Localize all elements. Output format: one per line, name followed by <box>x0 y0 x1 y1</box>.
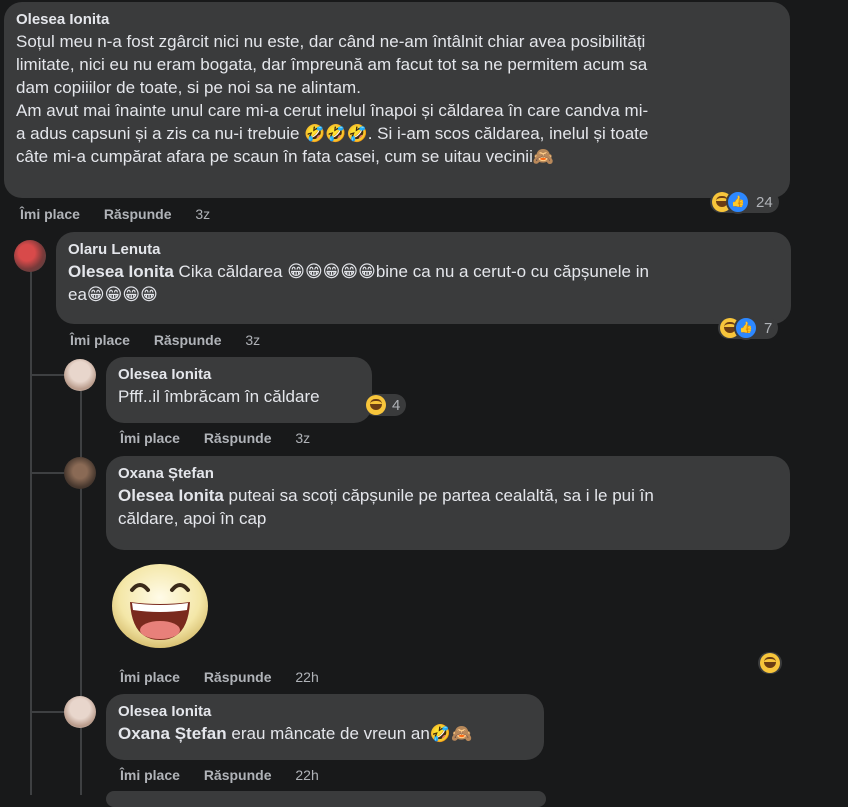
mention-link[interactable]: Olesea Ionita <box>68 262 174 281</box>
thread-line <box>30 268 32 795</box>
comment-text: Soțul meu n-a fost zgârcit nici nu este,… <box>16 32 649 166</box>
like-button[interactable]: Îmi place <box>120 767 180 783</box>
reply-thread-line <box>80 388 82 795</box>
comment-bubble: Olaru Lenuta Olesea Ionita Cika căldarea… <box>56 232 791 324</box>
like-button[interactable]: Îmi place <box>120 430 180 446</box>
reaction-summary[interactable] <box>758 652 782 674</box>
comment-author[interactable]: Olesea Ionita <box>16 10 778 30</box>
like-icon: 👍 <box>734 316 758 340</box>
reaction-count: 7 <box>764 319 773 337</box>
reaction-summary[interactable]: 4 <box>364 394 407 416</box>
reaction-count: 4 <box>392 396 401 414</box>
comment-author[interactable]: Olaru Lenuta <box>68 240 779 260</box>
reply-button[interactable]: Răspunde <box>204 430 272 446</box>
comment-bubble: Olesea Ionita Pfff..il îmbrăcam în călda… <box>106 357 372 423</box>
comment-text: Olesea Ionita Cika căldarea 😁😁😁😁😁bine ca… <box>68 262 649 304</box>
comment-author[interactable]: Olesea Ionita <box>118 702 532 722</box>
avatar[interactable] <box>64 359 96 391</box>
laughing-sticker <box>110 562 210 650</box>
comment-text: Olesea Ionita puteai sa scoți căpșunile … <box>118 486 654 528</box>
comment-time[interactable]: 22h <box>295 669 318 685</box>
reaction-summary[interactable]: 👍 7 <box>718 316 779 340</box>
reply-button[interactable]: Răspunde <box>204 767 272 783</box>
comment-bubble: Olesea Ionita Soțul meu n-a fost zgârcit… <box>4 2 790 198</box>
comment-time[interactable]: 3z <box>195 206 210 222</box>
reaction-count: 24 <box>756 193 773 211</box>
comment-bubble: Olesea Ionita Oxana Ștefan erau mâncate … <box>106 694 544 760</box>
reply-connector <box>30 374 64 376</box>
like-button[interactable]: Îmi place <box>70 332 130 348</box>
avatar[interactable] <box>64 696 96 728</box>
comment-time[interactable]: 3z <box>245 332 260 348</box>
comment-actions: Îmi place Răspunde 3z <box>70 332 280 348</box>
like-icon: 👍 <box>726 190 750 214</box>
comment-author[interactable]: Oxana Ștefan <box>118 464 778 484</box>
reply-button[interactable]: Răspunde <box>154 332 222 348</box>
haha-icon <box>760 653 780 673</box>
like-button[interactable]: Îmi place <box>120 669 180 685</box>
comment-actions: Îmi place Răspunde 22h <box>120 669 339 685</box>
reply-button[interactable]: Răspunde <box>104 206 172 222</box>
comment-time[interactable]: 3z <box>295 430 310 446</box>
comment-actions: Îmi place Răspunde 22h <box>120 767 339 783</box>
reply-connector <box>30 711 64 713</box>
reply-connector <box>30 472 64 474</box>
mention-link[interactable]: Oxana Ștefan <box>118 724 227 743</box>
comment-actions: Îmi place Răspunde 3z <box>120 430 330 446</box>
mention-link[interactable]: Olesea Ionita <box>118 486 224 505</box>
comment-text: Oxana Ștefan erau mâncate de vreun an🤣🙈 <box>118 724 473 743</box>
reaction-summary[interactable]: 👍 24 <box>710 190 779 214</box>
reply-button[interactable]: Răspunde <box>204 669 272 685</box>
like-button[interactable]: Îmi place <box>20 206 80 222</box>
avatar[interactable] <box>64 457 96 489</box>
comment-author[interactable]: Olesea Ionita <box>118 365 360 385</box>
comment-time[interactable]: 22h <box>295 767 318 783</box>
comment-text: Pfff..il îmbrăcam în căldare <box>118 387 320 406</box>
comment-bubble-partial <box>106 791 546 807</box>
haha-icon <box>366 395 386 415</box>
avatar[interactable] <box>14 240 46 272</box>
comment-actions: Îmi place Răspunde 3z <box>20 206 230 222</box>
comment-bubble: Oxana Ștefan Olesea Ionita puteai sa sco… <box>106 456 790 550</box>
